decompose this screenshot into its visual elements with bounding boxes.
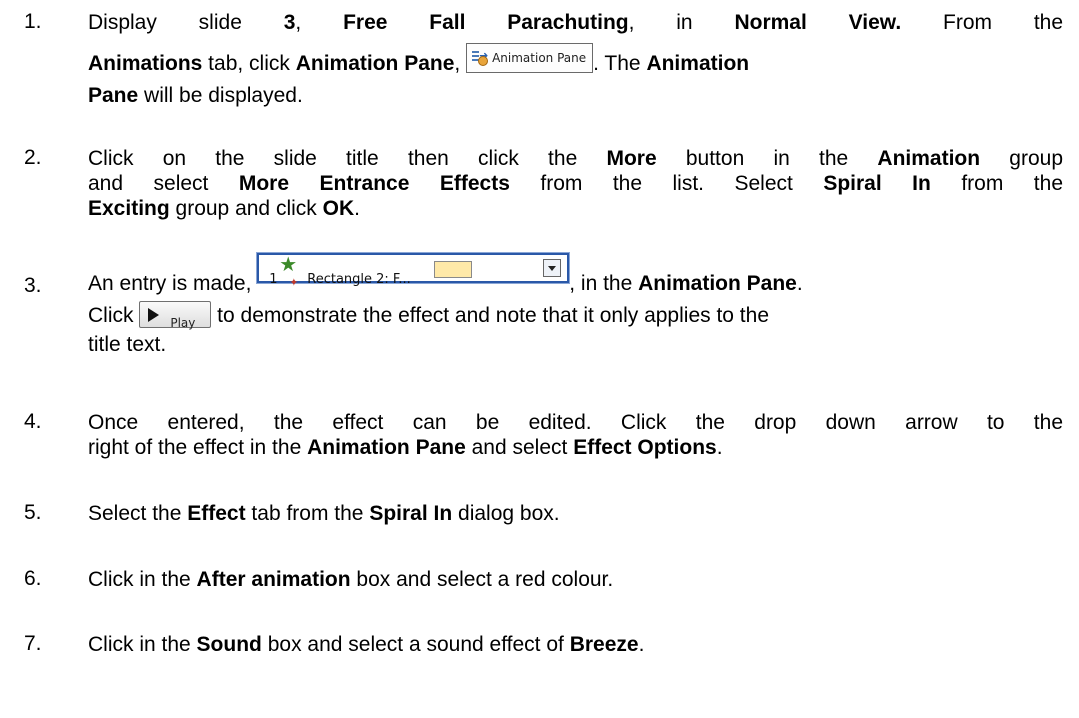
text-line: right of the effect in the Animation Pan… xyxy=(88,436,723,459)
text-line: Click in the Sound box and select a soun… xyxy=(88,633,645,656)
animation-pane-button[interactable]: ➜Animation Pane xyxy=(466,43,594,74)
play-button-label: Play xyxy=(170,315,196,330)
text-line: Display slide 3, Free Fall Parachuting, … xyxy=(88,11,1064,34)
text-line: An entry is made, 1 ★ ✦ Rectangle 2: F..., … xyxy=(88,252,1063,296)
dropdown-arrow-icon[interactable] xyxy=(543,259,562,278)
text-line: Pane will be displayed. xyxy=(88,84,303,107)
step-text: Select the Effect tab from the Spiral In… xyxy=(88,501,1063,526)
step-text: An entry is made, 1 ★ ✦ Rectangle 2: F..., … xyxy=(88,252,1063,357)
text-line: title text. xyxy=(88,333,167,356)
spark-icon: ✦ xyxy=(289,276,299,290)
animation-pane-button-label: Animation Pane xyxy=(492,51,587,66)
animation-entry[interactable]: 1 ★ ✦ Rectangle 2: F... xyxy=(256,252,571,289)
step-text: Click on the slide title then click the … xyxy=(88,146,1063,221)
animation-pane-icon: ➜ xyxy=(471,50,489,66)
step-number: 2. xyxy=(24,146,42,169)
text-line: Click Play to demonstrate the effect and… xyxy=(88,300,1063,332)
text-line: Animations tab, click Animation Pane, ➜A… xyxy=(88,43,1063,83)
entry-number: 1 xyxy=(269,272,278,288)
step-number: 6. xyxy=(24,567,42,590)
step-number: 3. xyxy=(24,274,42,297)
entry-label: Rectangle 2: F... xyxy=(307,272,411,288)
step-text: Display slide 3, Free Fall Parachuting, … xyxy=(88,10,1063,108)
step-text: Click in the Sound box and select a soun… xyxy=(88,632,1063,657)
text-line: and select More Entrance Effects from th… xyxy=(88,172,1063,195)
step-text: Click in the After animation box and sel… xyxy=(88,567,1063,592)
entry-color-swatch xyxy=(434,261,473,279)
step-number: 4. xyxy=(24,410,42,433)
text-line: Click in the After animation box and sel… xyxy=(88,568,614,591)
text-line: Select the Effect tab from the Spiral In… xyxy=(88,502,560,525)
step-number: 1. xyxy=(24,10,42,33)
step-number: 5. xyxy=(24,501,42,524)
step-text: Once entered, the effect can be edited. … xyxy=(88,410,1063,460)
play-button[interactable]: Play xyxy=(139,300,212,330)
text-line: Exciting group and click OK. xyxy=(88,197,360,220)
text-line: Once entered, the effect can be edited. … xyxy=(88,411,1063,434)
step-number: 7. xyxy=(24,632,42,655)
play-icon xyxy=(148,307,160,322)
text-line: Click on the slide title then click the … xyxy=(88,147,1063,170)
